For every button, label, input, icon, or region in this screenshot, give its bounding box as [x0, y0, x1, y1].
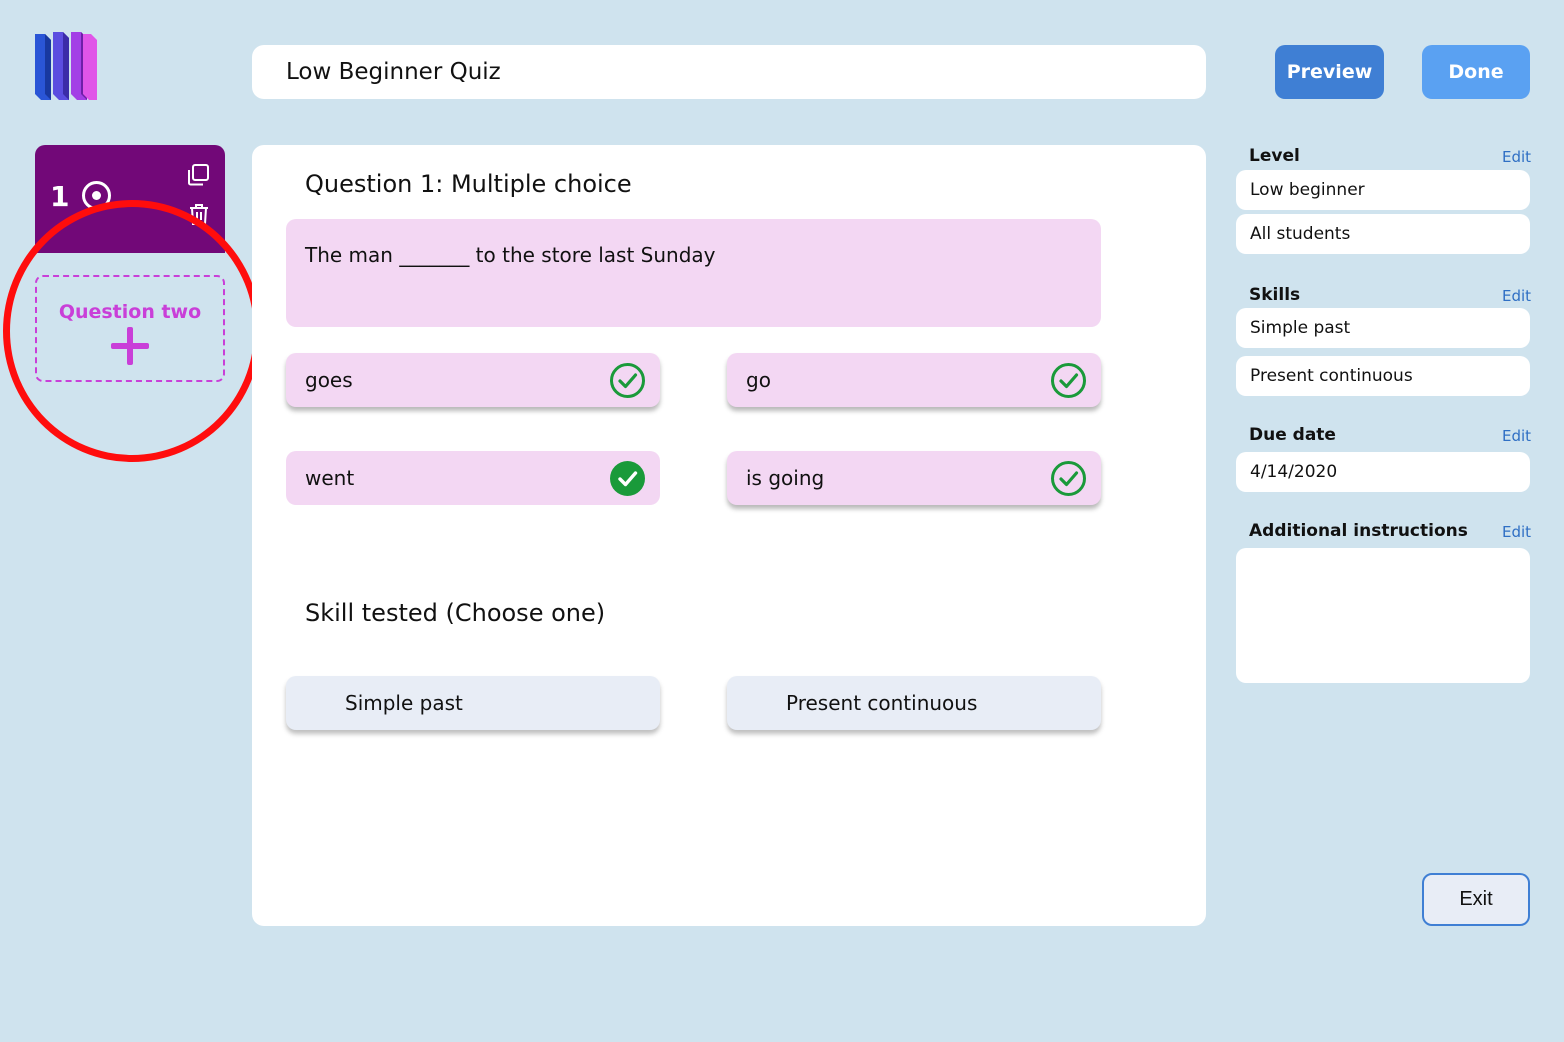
skill-value: Simple past	[1236, 308, 1530, 348]
preview-button[interactable]: Preview	[1275, 45, 1384, 99]
instructions-edit-link[interactable]: Edit	[1502, 523, 1531, 541]
question-prompt: The man _______ to the store last Sunday	[305, 243, 716, 267]
question-title: Question 1: Multiple choice	[305, 170, 632, 198]
answer-choice[interactable]: go	[727, 353, 1101, 407]
answer-choice-selected[interactable]: went	[286, 451, 660, 505]
skills-edit-link[interactable]: Edit	[1502, 287, 1531, 305]
level-value: Low beginner	[1236, 170, 1530, 210]
answer-choice-label: goes	[305, 368, 353, 392]
due-date-value: 4/14/2020	[1236, 452, 1530, 492]
level-edit-link[interactable]: Edit	[1502, 148, 1531, 166]
check-circle-filled-icon[interactable]	[609, 460, 646, 497]
skill-option-simple-past[interactable]: Simple past	[286, 676, 660, 730]
due-date-label: Due date	[1249, 425, 1336, 445]
check-circle-icon[interactable]	[609, 362, 646, 399]
answer-choice-label: went	[305, 466, 355, 490]
audience-value: All students	[1236, 214, 1530, 254]
trash-icon[interactable]	[188, 203, 210, 225]
instructions-label: Additional instructions	[1249, 521, 1468, 541]
due-date-edit-link[interactable]: Edit	[1502, 427, 1531, 445]
check-circle-icon[interactable]	[1050, 362, 1087, 399]
answer-choice[interactable]: goes	[286, 353, 660, 407]
answer-choice-label: go	[746, 368, 771, 392]
add-question-label: Question two	[58, 301, 202, 323]
answer-choice-label: is going	[746, 466, 825, 490]
add-question-button[interactable]: Question two	[35, 275, 225, 382]
check-circle-icon[interactable]	[1050, 460, 1087, 497]
question-prompt-field[interactable]: The man _______ to the store last Sunday	[286, 219, 1101, 327]
skills-label: Skills	[1249, 285, 1301, 305]
plus-icon	[111, 327, 149, 365]
target-icon	[82, 181, 111, 210]
level-label: Level	[1249, 146, 1300, 166]
question-number: 1	[50, 180, 70, 213]
quiz-title: Low Beginner Quiz	[286, 59, 501, 85]
skill-value: Present continuous	[1236, 356, 1530, 396]
answer-choice[interactable]: is going	[727, 451, 1101, 505]
duplicate-icon[interactable]	[186, 163, 210, 187]
skill-tested-title: Skill tested (Choose one)	[305, 599, 606, 627]
skill-option-present-continuous[interactable]: Present continuous	[727, 676, 1101, 730]
instructions-field[interactable]	[1236, 548, 1530, 683]
app-logo	[33, 30, 99, 100]
done-button[interactable]: Done	[1422, 45, 1530, 99]
exit-button[interactable]: Exit	[1422, 873, 1530, 926]
quiz-title-field[interactable]: Low Beginner Quiz	[252, 45, 1206, 99]
